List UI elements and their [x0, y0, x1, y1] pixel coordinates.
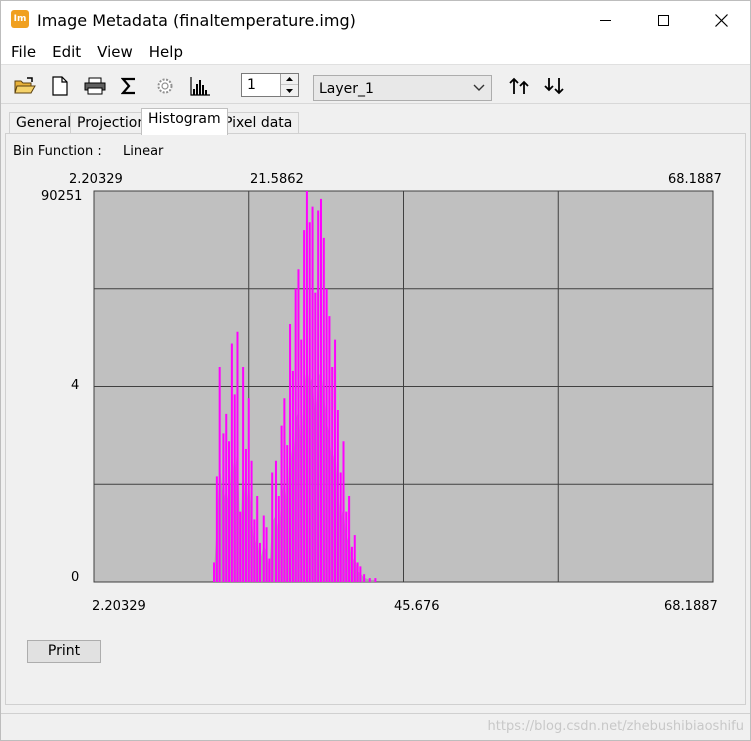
- tab-general[interactable]: General: [9, 112, 79, 134]
- y-label-max: 90251: [41, 189, 83, 204]
- tab-pixel-data[interactable]: Pixel data: [217, 112, 300, 134]
- menu-edit[interactable]: Edit: [44, 43, 89, 61]
- bottom-label-min: 2.20329: [92, 599, 146, 614]
- top-label-max: 68.1887: [668, 172, 722, 187]
- y-label-mid: 4: [71, 378, 80, 393]
- menu-bar: File Edit View Help: [1, 39, 750, 64]
- histogram-icon: [190, 77, 210, 96]
- print-toolbar-button[interactable]: [83, 75, 107, 97]
- print-button[interactable]: Print: [27, 640, 101, 663]
- layer-select-value: Layer_1: [319, 81, 374, 97]
- arrow-up-icon: [286, 77, 293, 81]
- window-title: Image Metadata (finaltemperature.img): [37, 11, 356, 30]
- spinner-value[interactable]: 1: [247, 77, 256, 93]
- histogram-panel: [5, 133, 746, 705]
- top-label-min: 2.20329: [69, 172, 123, 187]
- tab-strip: General Projection Histogram Pixel data: [1, 106, 750, 135]
- menu-file[interactable]: File: [3, 43, 44, 61]
- spinner-arrows: [280, 74, 298, 96]
- open-button[interactable]: [13, 75, 37, 97]
- sort-up-icon: [509, 77, 529, 94]
- bin-function-value: Linear: [123, 144, 164, 159]
- sort-descending-button[interactable]: [543, 75, 567, 97]
- title-bar: Im Image Metadata (finaltemperature.img): [1, 1, 750, 39]
- new-button[interactable]: [48, 75, 72, 97]
- layer-index-spinner[interactable]: 1: [241, 73, 299, 97]
- bottom-label-max: 68.1887: [664, 599, 718, 614]
- top-label-mid: 21.5862: [250, 172, 304, 187]
- close-icon: [714, 13, 728, 27]
- watermark-text: https://blog.csdn.net/zhebushibiaoshifu: [487, 719, 744, 734]
- bottom-label-mid: 45.676: [394, 599, 440, 614]
- new-document-icon: [52, 76, 68, 96]
- tab-histogram[interactable]: Histogram: [141, 108, 228, 135]
- app-icon: Im: [11, 10, 29, 28]
- sort-ascending-button[interactable]: [508, 75, 532, 97]
- chevron-down-icon: [473, 84, 485, 91]
- print-icon: [84, 77, 106, 95]
- gear-icon: [157, 78, 173, 94]
- status-bar: https://blog.csdn.net/zhebushibiaoshifu: [1, 713, 750, 740]
- histogram-toolbar-button[interactable]: [188, 75, 212, 97]
- minimize-button[interactable]: [576, 1, 634, 39]
- image-metadata-window: Im Image Metadata (finaltemperature.img)…: [0, 0, 751, 741]
- spinner-down-button[interactable]: [281, 85, 298, 96]
- arrow-down-icon: [286, 88, 293, 93]
- toolbar: 1 Layer_1: [1, 64, 750, 104]
- sigma-icon: [121, 77, 135, 95]
- close-button[interactable]: [692, 1, 750, 39]
- bin-function-label: Bin Function :: [13, 144, 102, 159]
- open-folder-icon: [14, 77, 36, 94]
- y-label-zero: 0: [71, 570, 80, 585]
- sort-down-icon: [544, 78, 564, 95]
- maximize-icon: [657, 14, 669, 26]
- statistics-button[interactable]: [117, 75, 141, 97]
- maximize-button[interactable]: [634, 1, 692, 39]
- spinner-up-button[interactable]: [281, 74, 298, 85]
- minimize-icon: [599, 19, 611, 21]
- menu-view[interactable]: View: [89, 43, 141, 61]
- menu-help[interactable]: Help: [141, 43, 191, 61]
- layer-select[interactable]: Layer_1: [313, 75, 492, 101]
- settings-button[interactable]: [153, 75, 177, 97]
